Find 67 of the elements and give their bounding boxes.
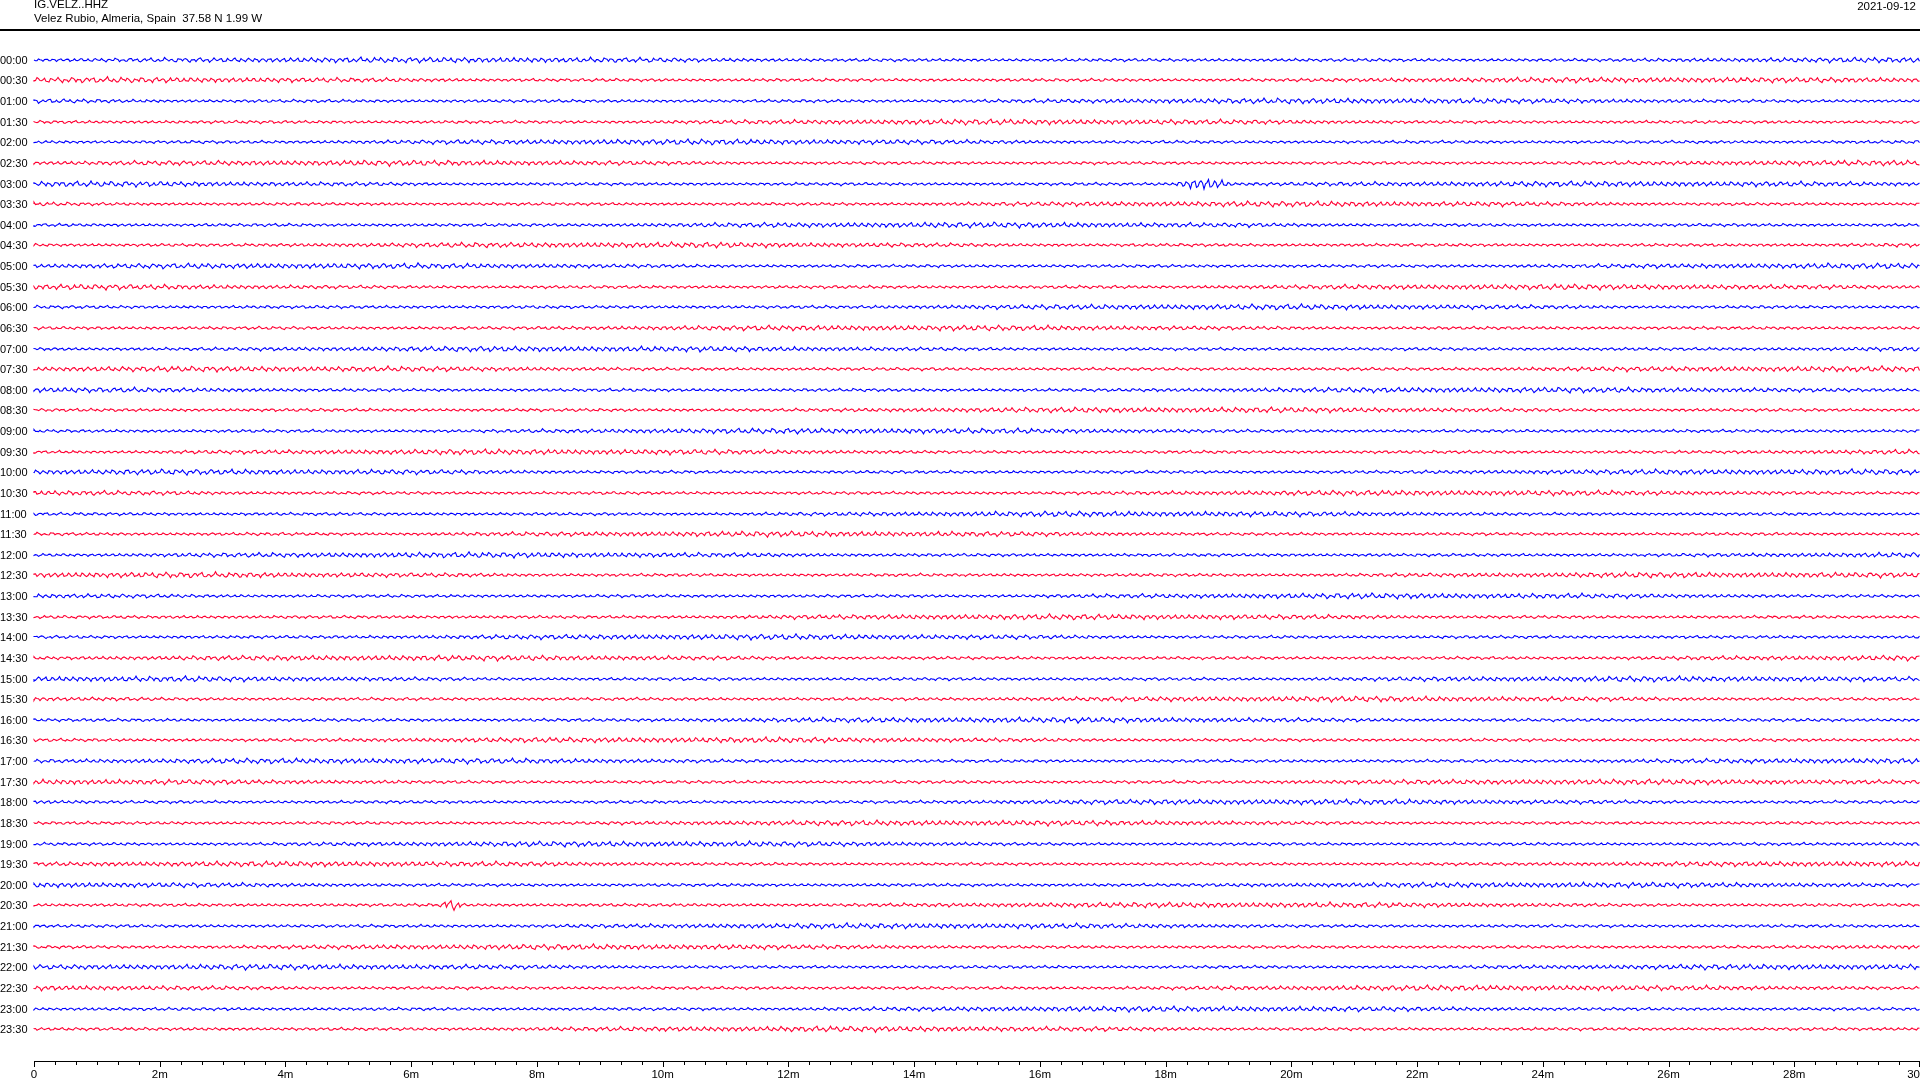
axis-tick-label: 10m: [651, 1068, 674, 1080]
trace-time-label: 22:00: [0, 961, 29, 974]
trace-time-label: 10:00: [0, 466, 29, 479]
trace-time-label: 21:00: [0, 920, 29, 933]
axis-tick-label: 4m: [277, 1068, 294, 1080]
axis-tick-label: 16m: [1028, 1068, 1052, 1080]
trace-time-label: 23:30: [0, 1023, 29, 1036]
trace-time-label: 11:30: [0, 528, 28, 541]
trace-time-label: 19:00: [0, 837, 29, 850]
axis-tick-label: 28m: [1783, 1068, 1806, 1080]
trace-time-label: 09:30: [0, 445, 29, 458]
trace-time-label: 06:30: [0, 321, 29, 334]
trace-time-label: 19:30: [0, 858, 29, 871]
trace-time-label: 08:00: [0, 383, 29, 396]
trace-time-label: 16:00: [0, 713, 29, 726]
trace-time-label: 11:00: [0, 507, 28, 520]
trace-time-label: 21:30: [0, 940, 29, 953]
trace-time-label: 01:30: [0, 115, 29, 128]
axis-tick-label: 2m: [151, 1068, 168, 1080]
trace-time-label: 08:30: [0, 404, 29, 417]
trace-time-label: 04:00: [0, 218, 29, 231]
axis-tick-label: 22m: [1405, 1068, 1429, 1080]
trace-time-label: 14:00: [0, 631, 29, 644]
trace-time-label: 02:30: [0, 156, 29, 169]
axis-tick-label: 6m: [403, 1068, 420, 1080]
trace-time-label: 09:00: [0, 425, 29, 438]
axis-tick-label: 12m: [777, 1068, 800, 1080]
trace-time-label: 03:00: [0, 177, 29, 190]
trace-time-label: 14:30: [0, 651, 29, 664]
trace-time-label: 18:00: [0, 796, 29, 809]
trace-time-label: 07:30: [0, 363, 29, 376]
trace-time-label: 06:00: [0, 301, 29, 314]
trace-time-label: 18:30: [0, 816, 29, 829]
trace-time-label: 13:30: [0, 610, 29, 623]
trace-time-label: 12:00: [0, 548, 29, 561]
trace-time-label: 16:30: [0, 734, 29, 747]
trace-time-label: 20:30: [0, 899, 29, 912]
trace-time-label: 00:30: [0, 74, 29, 87]
trace-time-label: 07:00: [0, 342, 29, 355]
axis-tick-label: 18m: [1154, 1068, 1177, 1080]
station-location: Velez Rubio, Almeria, Spain 37.58 N 1.99 W: [34, 11, 263, 25]
axis-tick-label: 14m: [902, 1068, 926, 1080]
axis-tick-label: 20m: [1280, 1068, 1303, 1080]
trace-time-label: 02:00: [0, 136, 29, 149]
trace-time-label: 10:30: [0, 486, 29, 499]
axis-tick-label: 8m: [528, 1068, 545, 1080]
axis-tick-label: 30: [1907, 1068, 1920, 1080]
trace-time-label: 22:30: [0, 981, 29, 994]
trace-time-label: 17:00: [0, 755, 29, 768]
plot-date: 2021-09-12: [1857, 0, 1917, 13]
axis-tick-label: 24m: [1531, 1068, 1554, 1080]
trace-time-label: 00:00: [0, 53, 29, 66]
trace-time-label: 13:00: [0, 590, 29, 603]
axis-tick-label: 26m: [1657, 1068, 1680, 1080]
trace-time-label: 05:30: [0, 280, 29, 293]
trace-time-label: 03:30: [0, 198, 29, 211]
trace-time-label: 12:30: [0, 569, 29, 582]
trace-time-label: 04:30: [0, 239, 29, 252]
station-code: IG.VELZ..HHZ: [34, 0, 110, 11]
trace-time-label: 20:00: [0, 878, 29, 891]
trace-time-label: 01:00: [0, 95, 29, 108]
trace-time-label: 17:30: [0, 775, 29, 788]
trace-time-label: 15:00: [0, 672, 29, 685]
trace-time-label: 15:30: [0, 693, 29, 706]
axis-tick-label: 0: [30, 1068, 38, 1080]
trace-time-label: 05:00: [0, 260, 29, 273]
trace-time-label: 23:00: [0, 1002, 29, 1015]
